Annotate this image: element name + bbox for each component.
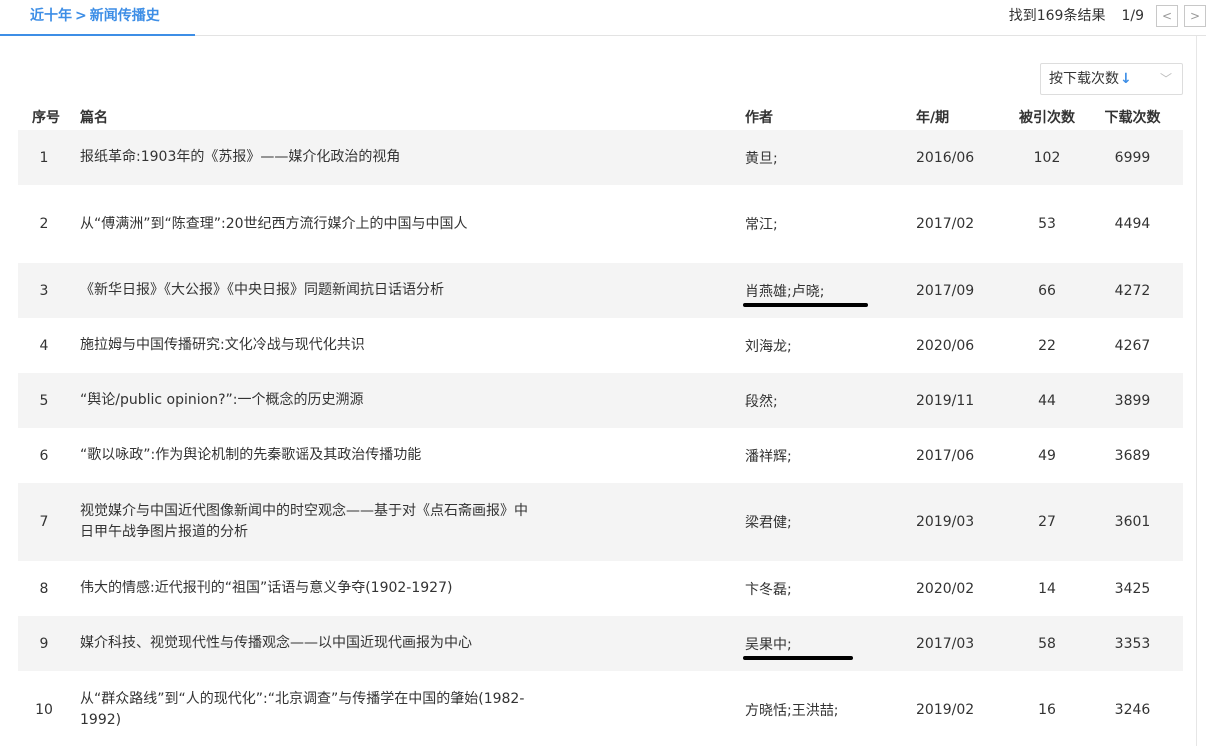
row-title-link[interactable]: 报纸革命:1903年的《苏报》——媒介化政治的视角 [80, 147, 535, 168]
row-author[interactable]: 梁君健; [745, 483, 916, 561]
sort-direction-icon: ↓ [1120, 71, 1132, 87]
table-header-row: 序号 篇名 作者 年/期 被引次数 下载次数 [18, 103, 1183, 130]
header-downloads[interactable]: 下载次数 [1082, 103, 1183, 130]
row-date: 2016/06 [916, 130, 1012, 185]
row-downloads: 3246 [1114, 702, 1151, 718]
row-date: 2020/02 [916, 580, 975, 597]
row-title-link[interactable]: 从“傅满洲”到“陈查理”:20世纪西方流行媒介上的中国与中国人 [80, 214, 535, 235]
row-cites: 44 [1012, 373, 1082, 428]
table-row[interactable]: 3 《新华日报》《大公报》《中央日报》同题新闻抗日话语分析 肖燕雄;卢晓; 20… [18, 263, 1183, 318]
row-title-link[interactable]: 从“群众路线”到“人的现代化”:“北京调查”与传播学在中国的肇始(1982-19… [80, 689, 535, 731]
row-author[interactable]: 肖燕雄;卢晓; [745, 284, 824, 300]
row-downloads: 3899 [1082, 373, 1183, 428]
row-author[interactable]: 卞冬磊; [745, 561, 916, 616]
row-cites: 66 [1012, 263, 1082, 318]
row-cites: 16 [1038, 702, 1056, 718]
top-bar: 近十年 > 新闻传播史 找到169条结果 1/9 < > [0, 0, 1206, 36]
next-page-button[interactable]: > [1184, 5, 1206, 27]
sort-dropdown[interactable]: 按下载次数↓ ﹀ [1040, 63, 1183, 95]
row-title-link[interactable]: 媒介科技、视觉现代性与传播观念——以中国近现代画报为中心 [80, 633, 535, 654]
row-index: 10 [35, 702, 53, 718]
table-row[interactable]: 7 视觉媒介与中国近代图像新闻中的时空观念——基于对《点石斋画报》中日甲午战争图… [18, 483, 1183, 561]
chevron-down-icon: ﹀ [1159, 72, 1172, 86]
row-index: 6 [39, 447, 49, 464]
row-downloads: 4272 [1082, 263, 1183, 318]
results-table: 序号 篇名 作者 年/期 被引次数 下载次数 1 报纸革命:1903年的《苏报》… [18, 103, 1183, 749]
row-downloads: 4494 [1114, 216, 1151, 232]
row-downloads: 6999 [1082, 130, 1183, 185]
row-cites: 14 [1038, 580, 1056, 597]
row-title-link[interactable]: “歌以咏政”:作为舆论机制的先秦歌谣及其政治传播功能 [80, 445, 535, 466]
table-row[interactable]: 5 “舆论/public opinion?”:一个概念的历史溯源 段然; 201… [18, 373, 1183, 428]
row-date: 2017/06 [916, 447, 975, 464]
row-cites: 53 [1038, 216, 1056, 232]
row-title-link[interactable]: 伟大的情感:近代报刊的“祖国”话语与意义争夺(1902-1927) [80, 578, 535, 599]
row-title-link[interactable]: 《新华日报》《大公报》《中央日报》同题新闻抗日话语分析 [80, 280, 535, 301]
row-author[interactable]: 方晓恬;王洪喆; [745, 671, 916, 749]
row-author[interactable]: 黄旦; [745, 130, 916, 185]
table-row[interactable]: 2 从“傅满洲”到“陈查理”:20世纪西方流行媒介上的中国与中国人 常江; 20… [18, 185, 1183, 263]
row-cites: 49 [1038, 447, 1056, 464]
row-author[interactable]: 潘祥辉; [745, 428, 916, 483]
row-index: 1 [18, 130, 70, 185]
header-cites[interactable]: 被引次数 [1012, 103, 1082, 130]
table-row[interactable]: 8 伟大的情感:近代报刊的“祖国”话语与意义争夺(1902-1927) 卞冬磊;… [18, 561, 1183, 616]
row-date: 2017/02 [916, 216, 975, 232]
right-border [1196, 36, 1197, 746]
row-index: 9 [18, 616, 70, 671]
breadcrumb-root[interactable]: 近十年 [30, 8, 72, 24]
row-index: 7 [18, 483, 70, 561]
row-downloads: 3353 [1082, 616, 1183, 671]
table-row[interactable]: 1 报纸革命:1903年的《苏报》——媒介化政治的视角 黄旦; 2016/06 … [18, 130, 1183, 185]
row-date: 2017/09 [916, 263, 1012, 318]
row-date: 2019/03 [916, 483, 1012, 561]
row-author[interactable]: 段然; [745, 373, 916, 428]
row-index: 8 [39, 580, 49, 597]
row-index: 2 [39, 216, 49, 232]
row-author[interactable]: 常江; [745, 185, 916, 263]
header-date: 年/期 [916, 109, 950, 126]
header-author: 作者 [745, 109, 773, 126]
row-date: 2019/11 [916, 373, 1012, 428]
row-title-link[interactable]: 视觉媒介与中国近代图像新闻中的时空观念——基于对《点石斋画报》中日甲午战争图片报… [80, 501, 535, 543]
table-row[interactable]: 9 媒介科技、视觉现代性与传播观念——以中国近现代画报为中心 吴果中; 2017… [18, 616, 1183, 671]
row-cites: 27 [1012, 483, 1082, 561]
row-cites: 22 [1038, 337, 1056, 354]
annotation-underline [743, 656, 853, 660]
row-index: 3 [18, 263, 70, 318]
row-author[interactable]: 刘海龙; [745, 318, 916, 373]
table-row[interactable]: 6 “歌以咏政”:作为舆论机制的先秦歌谣及其政治传播功能 潘祥辉; 2017/0… [18, 428, 1183, 483]
row-author[interactable]: 吴果中; [745, 637, 792, 653]
result-info: 找到169条结果 1/9 < > [1009, 0, 1206, 32]
table-row[interactable]: 4 施拉姆与中国传播研究:文化冷战与现代化共识 刘海龙; 2020/06 22 … [18, 318, 1183, 373]
row-downloads: 3601 [1082, 483, 1183, 561]
row-date: 2017/03 [916, 616, 1012, 671]
breadcrumb[interactable]: 近十年 > 新闻传播史 [0, 0, 195, 36]
row-date: 2019/02 [916, 702, 975, 718]
breadcrumb-separator: > [75, 8, 87, 24]
result-count: 找到169条结果 [1008, 8, 1106, 24]
row-downloads: 3425 [1114, 580, 1151, 597]
row-downloads: 4267 [1114, 337, 1151, 354]
header-index: 序号 [32, 109, 60, 126]
sort-label: 按下载次数 [1049, 71, 1119, 87]
row-cites: 58 [1012, 616, 1082, 671]
page-indicator: 1/9 [1121, 8, 1144, 24]
prev-page-button[interactable]: < [1156, 5, 1178, 27]
row-title-link[interactable]: 施拉姆与中国传播研究:文化冷战与现代化共识 [80, 335, 535, 356]
row-date: 2020/06 [916, 337, 975, 354]
row-downloads: 3689 [1114, 447, 1151, 464]
row-index: 5 [18, 373, 70, 428]
row-index: 4 [39, 337, 49, 354]
table-row[interactable]: 10 从“群众路线”到“人的现代化”:“北京调查”与传播学在中国的肇始(1982… [18, 671, 1183, 749]
header-title: 篇名 [80, 109, 108, 126]
row-cites: 102 [1012, 130, 1082, 185]
row-title-link[interactable]: “舆论/public opinion?”:一个概念的历史溯源 [80, 390, 535, 411]
annotation-underline [743, 303, 868, 307]
breadcrumb-current[interactable]: 新闻传播史 [90, 8, 160, 24]
